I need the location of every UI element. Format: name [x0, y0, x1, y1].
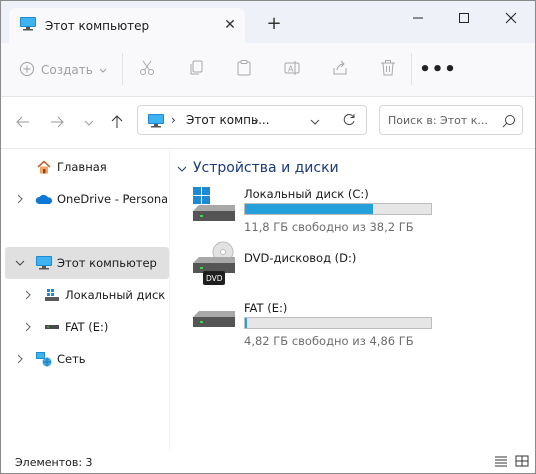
- this-pc-icon: [19, 16, 37, 35]
- drive-usage-fill: [245, 318, 247, 328]
- drive-name: DVD-дисковод (D:): [244, 251, 357, 265]
- toolbar-divider: [122, 53, 123, 85]
- address-row: › Этот компь... › Поиск в: Этот к...: [1, 97, 535, 149]
- sidebar-item-fat-e[interactable]: FAT (E:): [5, 311, 169, 343]
- delete-icon: [379, 59, 397, 80]
- cut-button[interactable]: [137, 59, 157, 79]
- network-icon: [35, 351, 53, 367]
- command-bar: Создать A •••: [1, 43, 535, 97]
- dropdown-icon[interactable]: [310, 115, 320, 129]
- paste-button[interactable]: [234, 59, 254, 79]
- drive-usage-fill: [245, 204, 374, 214]
- search-placeholder: Поиск в: Этот к...: [388, 114, 488, 127]
- chevron-right-icon[interactable]: [23, 322, 33, 332]
- delete-button[interactable]: [378, 59, 398, 79]
- items-count: Элементов: 3: [15, 456, 93, 469]
- toolbar-divider: [411, 53, 412, 85]
- forward-icon: [50, 116, 64, 131]
- title-bar: Этот компьютер ✕ +: [1, 1, 535, 43]
- maximize-icon: [458, 12, 470, 27]
- new-tab-button[interactable]: +: [265, 15, 283, 33]
- sidebar-item-local-disk-c[interactable]: Локальный диск (C:): [5, 279, 169, 311]
- sidebar-item-label: Сеть: [57, 352, 86, 366]
- sidebar-item-onedrive[interactable]: OneDrive - Personal: [5, 183, 169, 215]
- tiles-view-icon[interactable]: [515, 455, 529, 470]
- back-icon: [16, 116, 30, 131]
- status-bar: Элементов: 3: [1, 449, 535, 473]
- recent-locations-button[interactable]: [81, 115, 97, 131]
- search-icon: [502, 114, 516, 131]
- local-disk-icon: [43, 287, 61, 303]
- minimize-icon: [412, 12, 424, 27]
- sidebar-item-this-pc[interactable]: Этот компьютер: [5, 247, 169, 279]
- section-devices-and-drives[interactable]: Устройства и диски: [177, 160, 339, 176]
- this-pc-icon: [147, 113, 165, 132]
- section-title: Устройства и диски: [193, 160, 339, 176]
- chevron-right-icon[interactable]: [15, 194, 25, 204]
- drive-usage-bar: [244, 317, 432, 329]
- create-button[interactable]: Создать: [19, 59, 107, 81]
- close-icon: [505, 12, 517, 27]
- drive-free-space: 11,8 ГБ свободно из 38,2 ГБ: [244, 220, 414, 234]
- dvd-label: DVD: [206, 274, 223, 283]
- drive-free-space: 4,82 ГБ свободно из 4,86 ГБ: [244, 334, 414, 348]
- sidebar-item-network[interactable]: Сеть: [5, 343, 169, 375]
- drive-icon: [191, 301, 237, 341]
- navigation-pane: Главная OneDrive - Personal Этот компьют…: [1, 149, 169, 449]
- this-pc-icon: [35, 255, 53, 271]
- copy-icon: [187, 59, 205, 80]
- chevron-right-icon[interactable]: [23, 290, 33, 300]
- back-button[interactable]: [15, 115, 31, 131]
- chevron-down-icon: [99, 63, 107, 77]
- chevron-down-icon: [177, 161, 187, 175]
- drive-usage-bar: [244, 203, 432, 215]
- copy-button[interactable]: [186, 59, 206, 79]
- rename-button[interactable]: A: [282, 59, 302, 79]
- windows-drive-icon: [191, 187, 237, 227]
- more-options-button[interactable]: •••: [419, 57, 456, 81]
- details-view-icon[interactable]: [494, 455, 508, 470]
- forward-button[interactable]: [49, 115, 65, 131]
- sidebar-item-label: FAT (E:): [65, 320, 109, 334]
- search-box[interactable]: Поиск в: Этот к...: [379, 105, 523, 135]
- chevron-down-icon[interactable]: [15, 258, 25, 268]
- breadcrumb-separator[interactable]: ›: [171, 113, 176, 127]
- sidebar-item-label: Этот компьютер: [57, 256, 157, 270]
- dvd-drive-icon: DVD: [191, 241, 237, 285]
- minimize-button[interactable]: [395, 5, 441, 33]
- tab-close-icon[interactable]: ✕: [223, 18, 237, 32]
- paste-icon: [235, 59, 253, 80]
- tab-title: Этот компьютер: [45, 18, 150, 33]
- close-button[interactable]: [488, 5, 534, 33]
- onedrive-icon: [35, 191, 53, 207]
- share-button[interactable]: [330, 59, 350, 79]
- cut-icon: [138, 59, 156, 80]
- up-button[interactable]: [109, 114, 125, 132]
- sidebar-item-label: Локальный диск (C:): [65, 288, 169, 302]
- breadcrumb-separator[interactable]: ›: [254, 113, 259, 127]
- up-icon: [111, 114, 123, 132]
- home-icon: [35, 159, 53, 175]
- maximize-button[interactable]: [441, 5, 487, 33]
- tab-this-pc[interactable]: Этот компьютер ✕: [9, 8, 245, 43]
- chevron-right-icon[interactable]: [15, 354, 25, 364]
- pane-divider[interactable]: [169, 149, 170, 449]
- svg-text:A: A: [288, 64, 294, 73]
- share-icon: [331, 59, 349, 80]
- explorer-window: Этот компьютер ✕ + Создать A ••• › Этот …: [0, 0, 536, 474]
- create-label: Создать: [41, 63, 93, 77]
- plus-circle-icon: [19, 61, 35, 80]
- refresh-icon[interactable]: [342, 113, 356, 130]
- sidebar-item-label: Главная: [57, 160, 107, 174]
- sidebar-item-label: OneDrive - Personal: [57, 192, 167, 206]
- rename-icon: A: [283, 59, 301, 80]
- address-bar[interactable]: › Этот компь... ›: [137, 105, 367, 135]
- drive-name: Локальный диск (C:): [244, 187, 369, 201]
- drive-name: FAT (E:): [244, 301, 288, 315]
- recent-icon: [84, 116, 94, 130]
- drive-icon: [43, 319, 61, 335]
- sidebar-item-home[interactable]: Главная: [5, 151, 169, 183]
